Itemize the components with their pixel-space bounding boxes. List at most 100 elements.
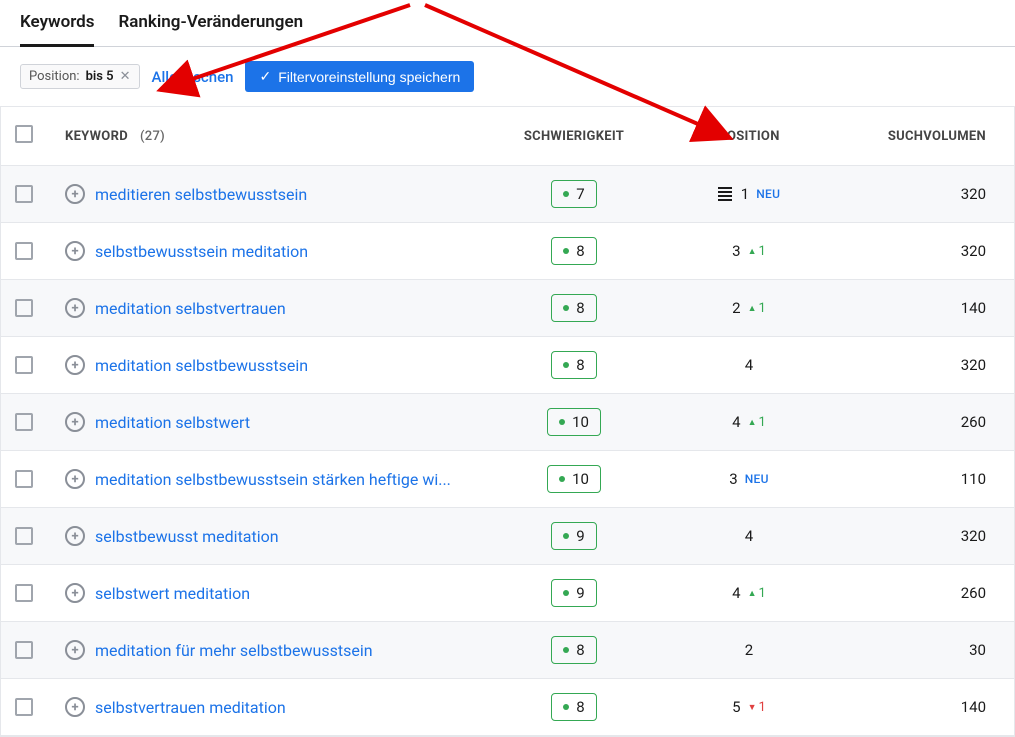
add-keyword-icon[interactable]: + — [65, 298, 85, 318]
difficulty-badge: 9 — [551, 579, 596, 607]
keyword-link[interactable]: selbstwert meditation — [95, 584, 250, 603]
difficulty-value: 8 — [576, 299, 584, 317]
row-checkbox[interactable] — [15, 698, 33, 716]
difficulty-badge: 10 — [547, 408, 601, 436]
difficulty-badge: 8 — [551, 636, 596, 664]
add-keyword-icon[interactable]: + — [65, 241, 85, 261]
position-delta-up: 1 — [748, 244, 766, 259]
filter-chip-label: Position: — [29, 69, 80, 84]
row-checkbox[interactable] — [15, 242, 33, 260]
row-checkbox[interactable] — [15, 470, 33, 488]
add-keyword-icon[interactable]: + — [65, 184, 85, 204]
table-row: + meditieren selbstbewusstsein 7 1NEU320 — [1, 166, 1014, 223]
add-keyword-icon[interactable]: + — [65, 469, 85, 489]
row-checkbox[interactable] — [15, 356, 33, 374]
position-cell: 3 NEU — [664, 470, 834, 488]
keyword-link[interactable]: meditation selbstbewusstsein — [95, 356, 308, 375]
difficulty-value: 8 — [576, 698, 584, 716]
row-checkbox[interactable] — [15, 584, 33, 602]
position-value: 4 — [732, 584, 740, 602]
add-keyword-icon[interactable]: + — [65, 640, 85, 660]
position-delta-up: 1 — [748, 301, 766, 316]
volume-value: 260 — [834, 584, 994, 602]
difficulty-dot-icon — [563, 647, 569, 653]
keyword-link[interactable]: selbstvertrauen meditation — [95, 698, 286, 717]
row-checkbox[interactable] — [15, 641, 33, 659]
difficulty-dot-icon — [563, 590, 569, 596]
save-filter-label: Filtervoreinstellung speichern — [278, 69, 460, 85]
filter-chip-position[interactable]: Position: bis 5 ✕ — [20, 64, 140, 89]
position-value: 4 — [745, 356, 753, 374]
table-header: KEYWORD (27) SCHWIERIGKEIT POSITION SUCH… — [1, 106, 1014, 166]
add-keyword-icon[interactable]: + — [65, 412, 85, 432]
keyword-link[interactable]: selbstbewusst meditation — [95, 527, 279, 546]
volume-value: 320 — [834, 242, 994, 260]
difficulty-dot-icon — [563, 248, 569, 254]
difficulty-badge: 10 — [547, 465, 601, 493]
difficulty-value: 8 — [576, 356, 584, 374]
add-keyword-icon[interactable]: + — [65, 697, 85, 717]
select-all-checkbox[interactable] — [15, 125, 33, 143]
table-row: + meditation selbstbewusstsein stärken he… — [1, 451, 1014, 508]
difficulty-value: 9 — [576, 584, 584, 602]
column-keyword[interactable]: KEYWORD — [65, 129, 128, 144]
position-new-label: NEU — [745, 472, 769, 486]
table-row: +meditation selbstwert1041260 — [1, 394, 1014, 451]
keyword-link[interactable]: meditation selbstwert — [95, 413, 250, 432]
position-value: 3 — [732, 242, 740, 260]
keyword-link[interactable]: meditation selbstbewusstsein stärken hef… — [95, 470, 451, 489]
position-delta-up: 1 — [748, 415, 766, 430]
table-row: +selbstbewusst meditation94320 — [1, 508, 1014, 565]
difficulty-value: 10 — [572, 470, 589, 488]
difficulty-badge: 8 — [551, 693, 596, 721]
position-cell: 21 — [664, 299, 834, 317]
close-icon[interactable]: ✕ — [120, 70, 131, 83]
difficulty-dot-icon — [563, 704, 569, 710]
keyword-link[interactable]: selbstbewusstsein meditation — [95, 242, 308, 261]
keyword-link[interactable]: meditation für mehr selbstbewusstsein — [95, 641, 373, 660]
table-row: +selbstvertrauen meditation851140 — [1, 679, 1014, 736]
difficulty-value: 7 — [576, 185, 584, 203]
add-keyword-icon[interactable]: + — [65, 355, 85, 375]
keyword-link[interactable]: meditieren selbstbewusstsein — [95, 185, 307, 204]
row-checkbox[interactable] — [15, 299, 33, 317]
keyword-link[interactable]: meditation selbstvertrauen — [95, 299, 286, 318]
position-cell: 1NEU — [664, 185, 834, 203]
position-cell: 31 — [664, 242, 834, 260]
volume-value: 320 — [834, 185, 994, 203]
tab-ranking-changes[interactable]: Ranking-Veränderungen — [118, 12, 303, 46]
column-volume[interactable]: SUCHVOLUMEN — [834, 129, 994, 144]
difficulty-value: 10 — [572, 413, 589, 431]
position-value: 2 — [732, 299, 740, 317]
save-filter-preset-button[interactable]: ✓ Filtervoreinstellung speichern — [245, 61, 474, 92]
volume-value: 30 — [834, 641, 994, 659]
filter-chip-value: bis 5 — [86, 69, 114, 84]
volume-value: 320 — [834, 356, 994, 374]
volume-value: 320 — [834, 527, 994, 545]
add-keyword-icon[interactable]: + — [65, 583, 85, 603]
row-checkbox[interactable] — [15, 185, 33, 203]
table-row: +selbstbewusstsein meditation831320 — [1, 223, 1014, 280]
keyword-count: (27) — [140, 129, 165, 144]
column-position[interactable]: POSITION — [664, 129, 834, 144]
difficulty-dot-icon — [563, 533, 569, 539]
table-row: + meditation selbstbewusstsein 8 4 320 — [1, 337, 1014, 394]
clear-all-link[interactable]: Alle löschen — [152, 68, 234, 86]
add-keyword-icon[interactable]: + — [65, 526, 85, 546]
difficulty-value: 8 — [576, 641, 584, 659]
position-cell: 41 — [664, 584, 834, 602]
row-checkbox[interactable] — [15, 527, 33, 545]
difficulty-badge: 8 — [551, 294, 596, 322]
position-delta-up: 1 — [748, 586, 766, 601]
difficulty-badge: 8 — [551, 351, 596, 379]
volume-value: 260 — [834, 413, 994, 431]
position-value: 3 — [729, 470, 737, 488]
column-difficulty[interactable]: SCHWIERIGKEIT — [484, 129, 664, 144]
volume-value: 110 — [834, 470, 994, 488]
position-value: 4 — [745, 527, 753, 545]
tab-keywords[interactable]: Keywords — [20, 12, 94, 46]
serp-feature-icon — [718, 187, 732, 202]
row-checkbox[interactable] — [15, 413, 33, 431]
position-new-label: NEU — [756, 187, 780, 201]
position-value: 2 — [745, 641, 753, 659]
